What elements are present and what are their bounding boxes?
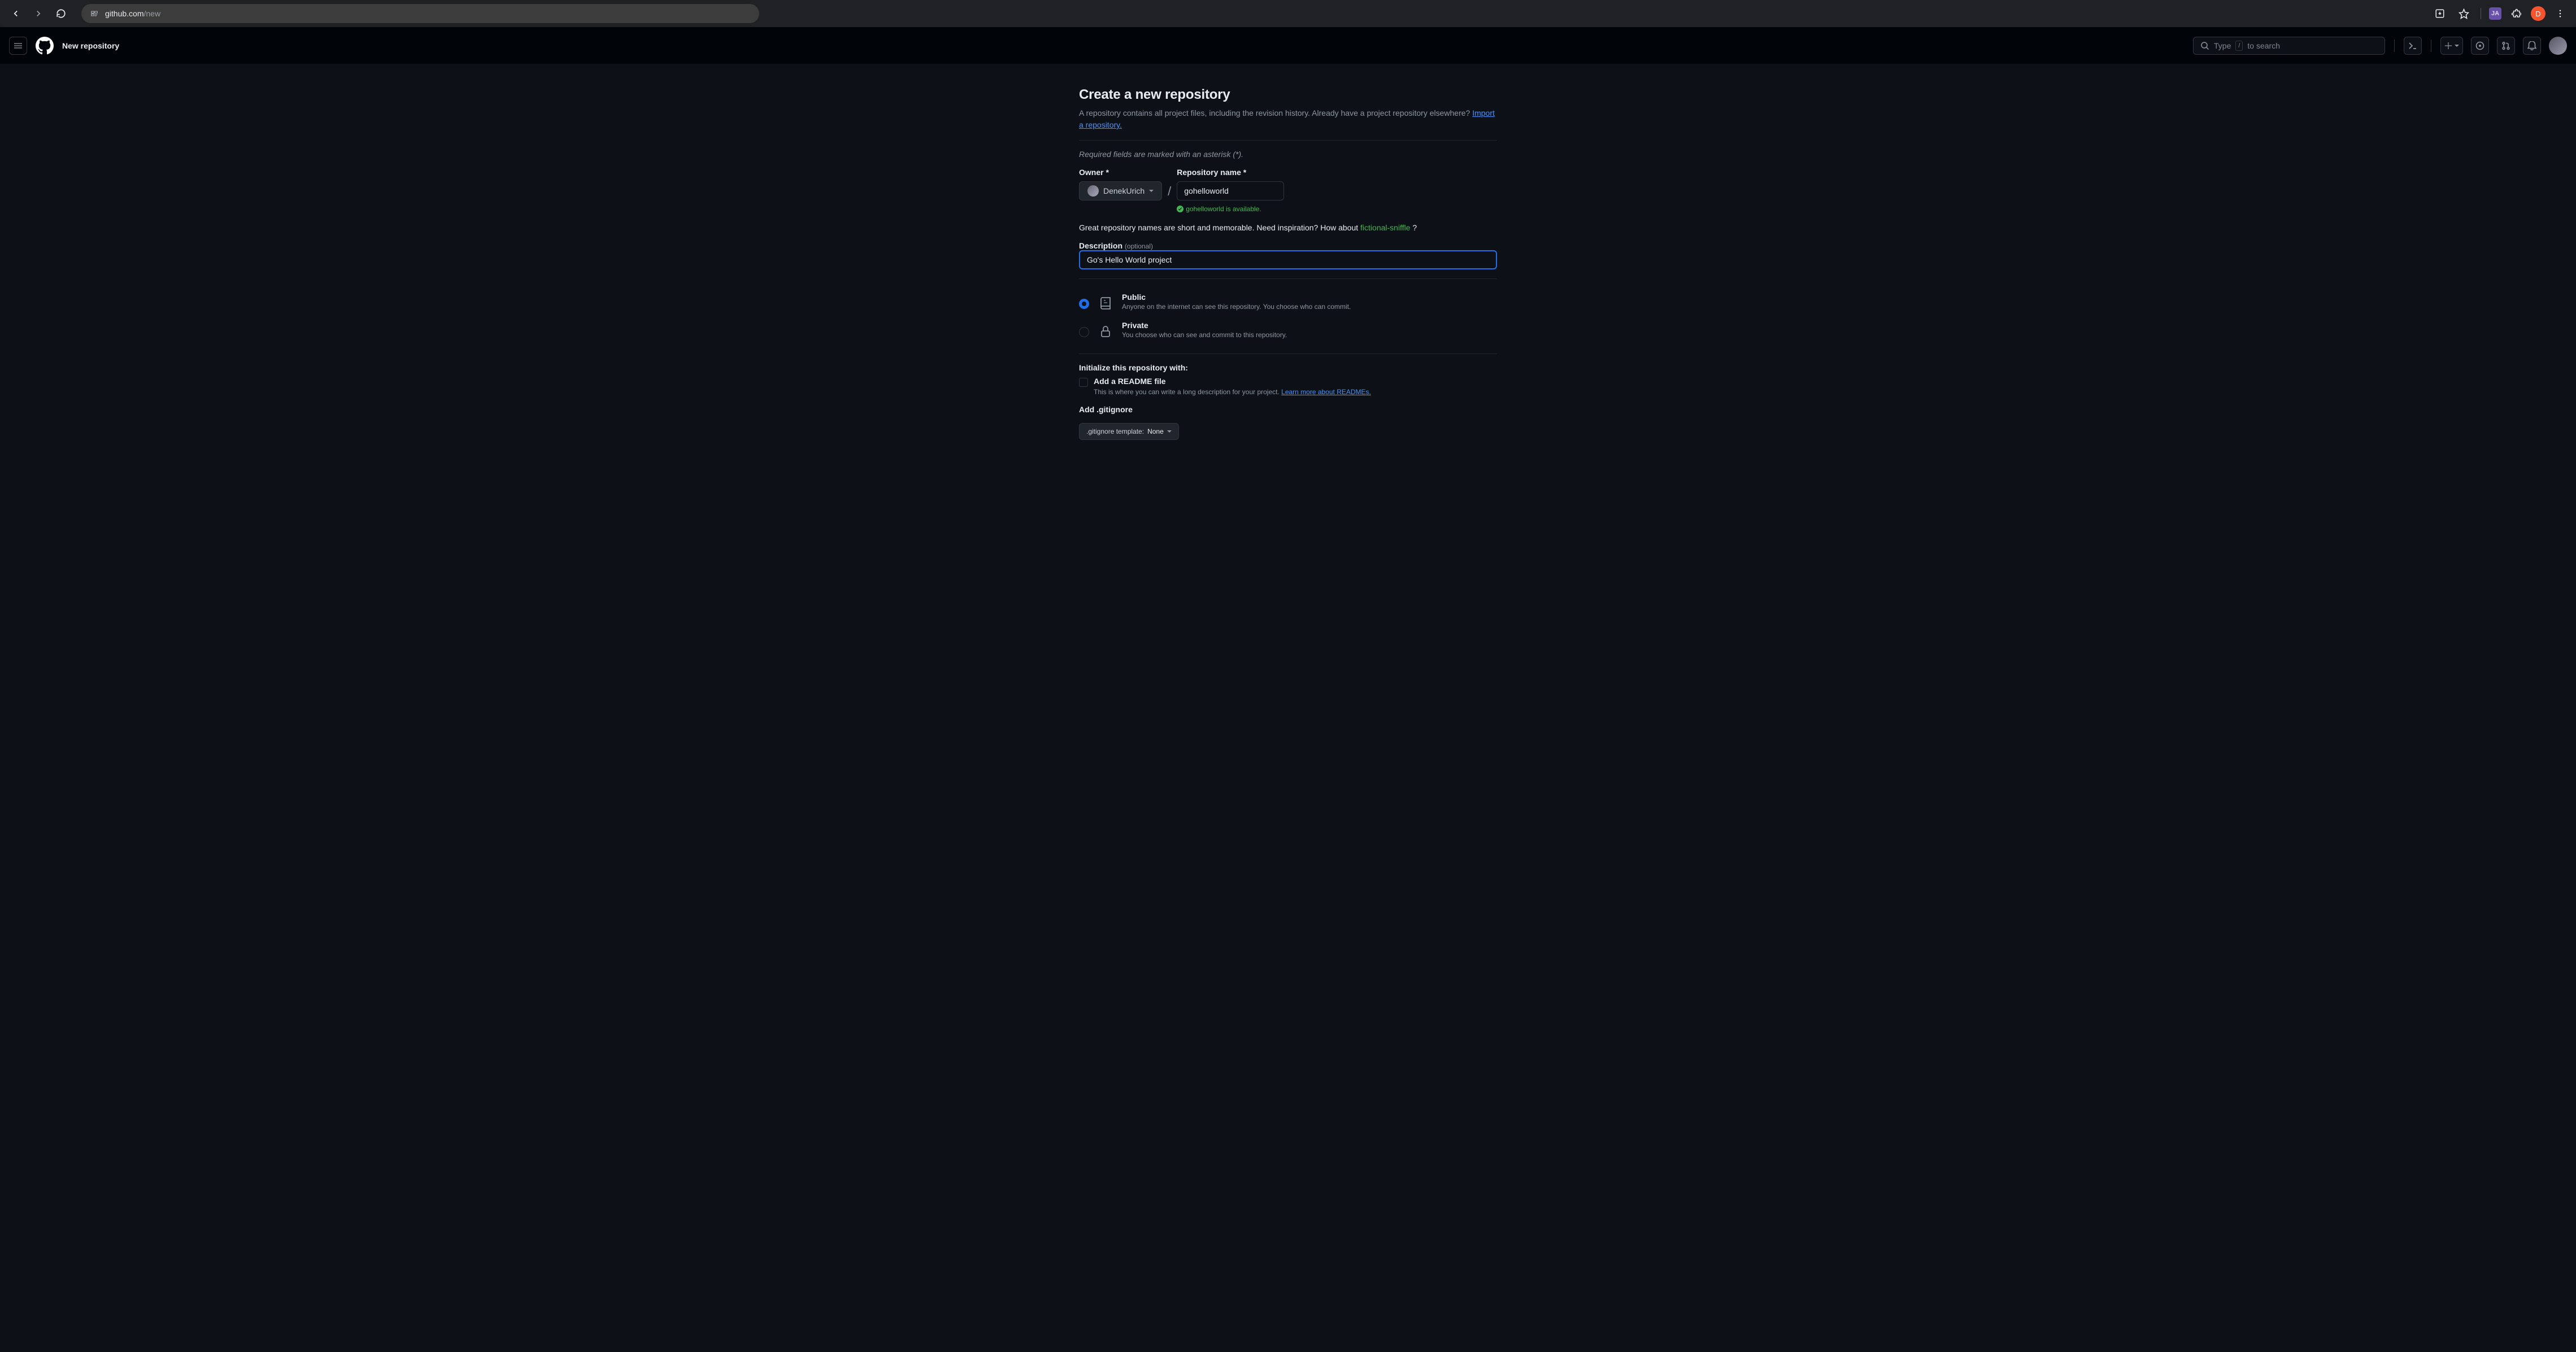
app-body: New repository Type / to search Create a…: [0, 27, 2576, 1352]
extensions-icon[interactable]: [2507, 5, 2525, 23]
description-input[interactable]: [1079, 250, 1497, 269]
readme-checkbox[interactable]: [1079, 378, 1088, 387]
init-heading: Initialize this repository with:: [1079, 363, 1497, 372]
repo-private-icon: [1098, 323, 1113, 340]
search-placeholder-pre: Type: [2214, 41, 2231, 50]
visibility-public-row[interactable]: Public Anyone on the internet can see th…: [1079, 288, 1497, 316]
user-avatar[interactable]: [2549, 37, 2567, 55]
owner-avatar-icon: [1087, 185, 1099, 197]
main-content: Create a new repository A repository con…: [1079, 64, 1497, 463]
name-suggestion-text: Great repository names are short and mem…: [1079, 223, 1497, 232]
reload-button[interactable]: [52, 5, 70, 23]
url-bar[interactable]: github.com/new: [81, 4, 759, 23]
section-divider: [1079, 278, 1497, 279]
gitignore-label: Add .gitignore: [1079, 405, 1497, 414]
notifications-button[interactable]: [2523, 37, 2541, 55]
github-logo-icon[interactable]: [35, 36, 54, 55]
readme-learn-more-link[interactable]: Learn more about READMEs.: [1281, 388, 1371, 396]
radio-public[interactable]: [1079, 299, 1089, 309]
url-text: github.com/new: [105, 9, 160, 18]
command-palette-button[interactable]: [2404, 37, 2422, 55]
browser-profile-avatar[interactable]: D: [2531, 6, 2545, 21]
gitignore-template-select[interactable]: .gitignore template: None: [1079, 423, 1179, 440]
repo-name-field: Repository name * gohelloworld is availa…: [1177, 168, 1284, 213]
owner-value: DenekUrich: [1103, 186, 1145, 195]
chevron-down-icon: [1167, 430, 1172, 433]
bookmark-icon[interactable]: [2455, 5, 2473, 23]
install-app-icon[interactable]: [2431, 5, 2449, 23]
check-circle-icon: [1177, 206, 1183, 212]
owner-label: Owner *: [1079, 168, 1162, 177]
pull-requests-button[interactable]: [2497, 37, 2515, 55]
visibility-public-text: Public Anyone on the internet can see th…: [1122, 293, 1351, 311]
visibility-private-text: Private You choose who can see and commi…: [1122, 321, 1287, 339]
owner-field: Owner * DenekUrich: [1079, 168, 1162, 200]
issues-button[interactable]: [2471, 37, 2489, 55]
search-shortcut-key: /: [2235, 41, 2243, 51]
suggested-name[interactable]: fictional-sniffle: [1360, 223, 1410, 232]
page-context-title: New repository: [62, 41, 119, 50]
browser-menu-icon[interactable]: [2551, 5, 2569, 23]
forward-button[interactable]: [29, 5, 47, 23]
extension-badge-ja[interactable]: JA: [2489, 7, 2501, 20]
radio-private[interactable]: [1079, 327, 1089, 337]
search-icon: [2200, 41, 2209, 50]
chevron-down-icon: [1149, 190, 1154, 192]
hamburger-button[interactable]: [9, 37, 27, 55]
create-new-button[interactable]: [2440, 37, 2463, 55]
section-divider: [1079, 140, 1497, 141]
slash-separator: /: [1168, 168, 1171, 199]
chrome-toolbar-right: JA D: [2431, 5, 2569, 23]
owner-select[interactable]: DenekUrich: [1079, 181, 1162, 200]
repo-name-label: Repository name *: [1177, 168, 1284, 177]
visibility-private-row[interactable]: Private You choose who can see and commi…: [1079, 316, 1497, 344]
availability-status: gohelloworld is available.: [1177, 205, 1284, 213]
readme-row[interactable]: Add a README file This is where you can …: [1079, 377, 1497, 396]
required-note: Required fields are marked with an aster…: [1079, 150, 1497, 159]
owner-repo-row: Owner * DenekUrich / Repository name * g…: [1079, 168, 1497, 213]
repo-name-input[interactable]: [1177, 181, 1284, 200]
description-label: Description (optional): [1079, 241, 1153, 250]
back-button[interactable]: [7, 5, 25, 23]
view-site-info-icon[interactable]: [89, 8, 99, 19]
search-placeholder-post: to search: [2247, 41, 2280, 50]
app-header: New repository Type / to search: [0, 27, 2576, 64]
page-intro: A repository contains all project files,…: [1079, 107, 1497, 131]
header-divider: [2394, 40, 2395, 52]
description-field: Description (optional): [1079, 241, 1497, 269]
browser-chrome: github.com/new JA D: [0, 0, 2576, 27]
readme-text: Add a README file This is where you can …: [1094, 377, 1371, 396]
search-input[interactable]: Type / to search: [2193, 37, 2385, 55]
chevron-down-icon: [2455, 45, 2459, 47]
page-title: Create a new repository: [1079, 87, 1497, 103]
repo-public-icon: [1098, 295, 1113, 312]
